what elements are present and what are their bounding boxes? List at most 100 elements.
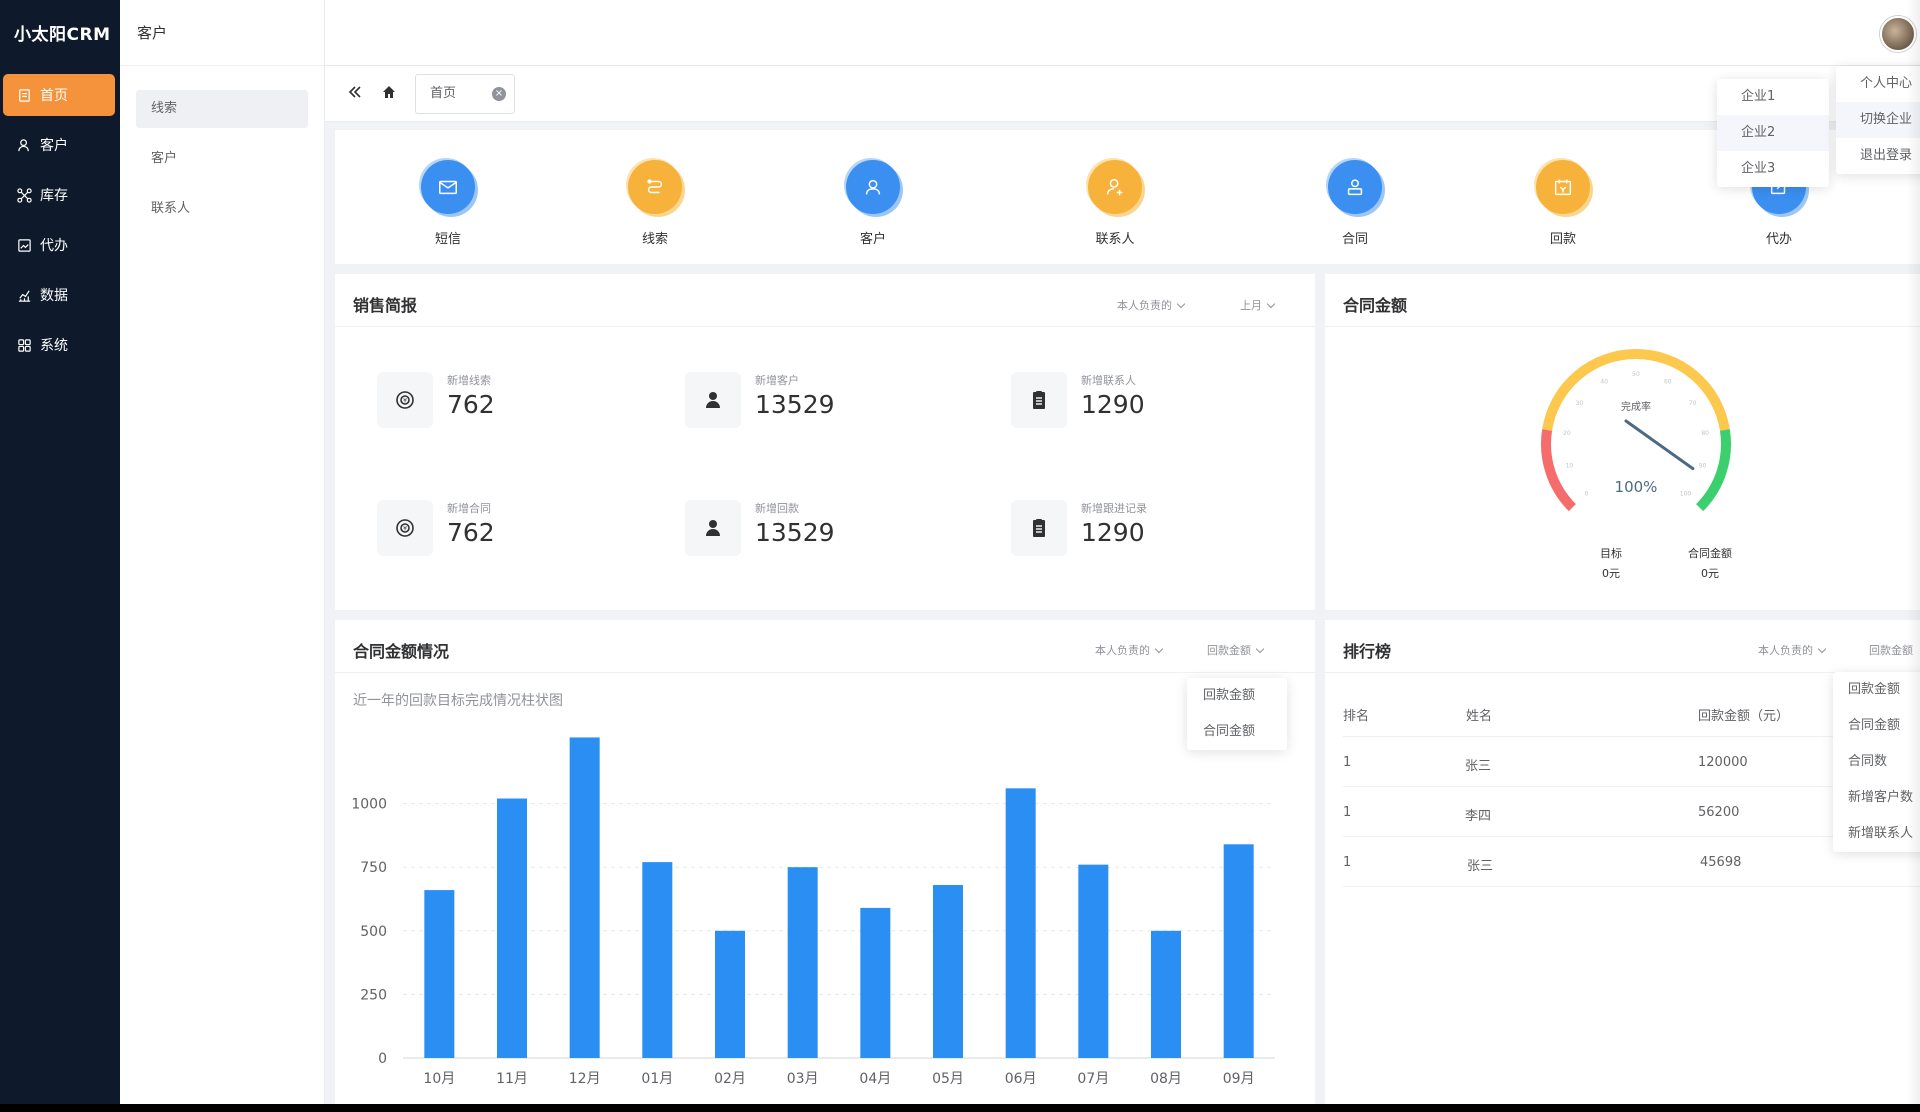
shortcut-payment[interactable]: 回款 (1503, 160, 1623, 247)
contract-gauge-card: 合同金额 0 10 20 30 40 50 60 70 80 90 100 完成率 100% 目标 … (1325, 274, 1920, 610)
gauge-scale-label: 30 (1576, 400, 1584, 407)
divider (1325, 672, 1920, 673)
ranking-amount: 56200 (1698, 805, 1740, 820)
x-tick-label: 04月 (859, 1071, 891, 1087)
chart-owner-filter[interactable]: 本人负责的 (1095, 642, 1164, 658)
stat-new-payments: 新增回款 13529 (685, 496, 925, 560)
sub-item-contacts[interactable]: 联系人 (136, 190, 308, 228)
shortcut-label: 线索 (641, 232, 668, 247)
tab-home[interactable]: 首页 × (415, 74, 515, 114)
stat-label: 新增回款 (755, 502, 799, 515)
shortcut-customer[interactable]: 客户 (813, 160, 933, 247)
sidebar-item-todo[interactable]: 代办 (0, 224, 120, 266)
chart-bar[interactable] (860, 907, 891, 1058)
chart-bar[interactable] (1223, 844, 1254, 1058)
x-tick-label: 01月 (641, 1071, 673, 1087)
coin-cycle-icon: ¥ (377, 500, 433, 556)
chart-bar[interactable] (1005, 788, 1036, 1058)
chart-bar[interactable] (933, 885, 963, 1058)
x-tick-label: 08月 (1150, 1071, 1182, 1087)
sidebar-item-label: 首页 (40, 88, 68, 104)
chart-bar[interactable] (787, 867, 818, 1058)
y-tick-label: 750 (360, 860, 387, 876)
gauge-target-label: 目标 (1600, 547, 1622, 560)
stat-value: 13529 (755, 518, 835, 547)
gauge-scale-label: 50 (1632, 371, 1640, 378)
chart-bar[interactable] (642, 862, 673, 1058)
gauge-arc-segment (1542, 349, 1730, 431)
sub-item-leads[interactable]: 线索 (136, 90, 308, 128)
gauge-chart: 0 10 20 30 40 50 60 70 80 90 100 完成率 100% (1541, 349, 1731, 512)
chart-owner-filter-label: 本人负责的 (1095, 644, 1150, 657)
shortcut-label: 短信 (434, 232, 461, 247)
gauge-percent: 100% (1615, 478, 1658, 496)
enterprise-option[interactable]: 企业1 (1717, 79, 1829, 115)
stat-label: 新增线索 (447, 374, 491, 387)
bottom-edge (0, 1104, 1920, 1112)
stat-value: 1290 (1081, 390, 1145, 419)
enterprise-option[interactable]: 企业2 (1717, 115, 1829, 151)
chart-type-option[interactable]: 回款金额 (1187, 678, 1287, 714)
gauge-needle (1624, 419, 1695, 471)
contract-gauge-title: 合同金额 (1343, 296, 1408, 315)
chart-bar[interactable] (569, 737, 600, 1058)
gauge-label: 完成率 (1621, 400, 1651, 413)
y-tick-label: 1000 (351, 797, 387, 813)
shortcut-label: 回款 (1549, 232, 1576, 247)
shortcut-leads[interactable]: 线索 (595, 160, 715, 247)
sidebar-item-label: 系统 (40, 338, 68, 354)
chart-bar[interactable] (715, 930, 745, 1058)
stat-label: 新增合同 (447, 502, 491, 515)
shortcut-contract[interactable]: 合同 (1295, 160, 1415, 247)
sales-report-title: 销售简报 (353, 296, 418, 315)
sub-item-customers[interactable]: 客户 (136, 140, 308, 178)
chevron-down-icon (1817, 644, 1827, 654)
gauge-scale-label: 40 (1600, 379, 1608, 386)
shortcut-sms[interactable]: 短信 (388, 160, 508, 247)
app-logo: 小太阳CRM (14, 25, 111, 45)
bar-chart: 0 250 500 750 1000 10月 11月 12月 01月 02月 03月 04月 05月 0… (351, 737, 1275, 1087)
divider (1325, 326, 1920, 327)
calendar-icon (1536, 160, 1590, 214)
chart-bar[interactable] (497, 798, 527, 1058)
x-tick-label: 11月 (496, 1071, 528, 1087)
user-icon (14, 135, 34, 155)
sidebar-item-customer[interactable]: 客户 (0, 124, 120, 166)
x-tick-label: 09月 (1223, 1071, 1255, 1087)
double-chevron-left-icon[interactable] (347, 84, 363, 105)
chart-bar[interactable] (1151, 930, 1181, 1058)
chart-bar[interactable] (424, 890, 455, 1058)
sidebar-item-inventory[interactable]: 库存 (0, 174, 120, 216)
sales-report-card: 销售简报 本人负责的 上月 ¥ 新增线索 762 新增客户 13529 新增联系… (335, 274, 1315, 610)
home-icon[interactable] (381, 84, 397, 105)
ranking-owner-filter[interactable]: 本人负责的 (1758, 642, 1827, 658)
stat-value: 762 (447, 518, 495, 547)
person-add-icon (1088, 160, 1142, 214)
sidebar-item-system[interactable]: 系统 (0, 324, 120, 366)
gauge-scale-label: 0 (1585, 490, 1589, 497)
enterprise-option[interactable]: 企业3 (1717, 151, 1829, 187)
y-tick-label: 250 (360, 987, 387, 1003)
network-icon (14, 185, 34, 205)
coin-cycle-icon: ¥ (377, 372, 433, 428)
chevron-down-icon (1176, 299, 1186, 309)
chart-bar[interactable] (1078, 864, 1109, 1058)
close-icon[interactable]: × (492, 87, 506, 101)
period-filter[interactable]: 上月 (1240, 297, 1276, 313)
shortcut-contact[interactable]: 联系人 (1055, 160, 1175, 247)
gauge-scale-label: 20 (1563, 430, 1571, 437)
sidebar-item-label: 客户 (40, 138, 68, 154)
sidebar-item-home[interactable]: 首页 (3, 74, 115, 116)
main-sidebar: 小太阳CRM 首页 客户 库存 代办 数据 系统 (0, 0, 120, 1112)
person-icon (685, 500, 741, 556)
ranking-col-header: 姓名 (1466, 709, 1493, 724)
stat-value: 1290 (1081, 518, 1145, 547)
x-tick-label: 12月 (569, 1071, 601, 1087)
owner-filter[interactable]: 本人负责的 (1117, 297, 1186, 313)
sidebar-item-data[interactable]: 数据 (0, 274, 120, 316)
chart-subtitle: 近一年的回款目标完成情况柱状图 (353, 693, 563, 709)
chart-type-filter[interactable]: 回款金额 (1207, 642, 1265, 658)
ranking-col-header: 排名 (1343, 709, 1370, 724)
ranking-name: 李四 (1465, 809, 1492, 824)
contract-chart-card: 合同金额情况 本人负责的 回款金额 近一年的回款目标完成情况柱状图 回款金额 合… (335, 620, 1315, 1104)
